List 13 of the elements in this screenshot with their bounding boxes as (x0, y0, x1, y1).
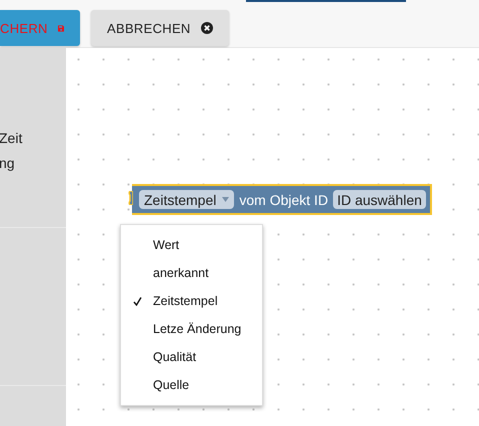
dropdown-field[interactable]: Zeitstempel (139, 190, 234, 209)
menu-item[interactable]: Wert (121, 231, 262, 259)
close-icon (200, 22, 213, 34)
caret-icon (222, 197, 230, 202)
block-text: vom Objekt ID (239, 192, 328, 208)
id-field[interactable]: ID auswählen (333, 190, 426, 209)
menu-item[interactable]: Zeitstempel (121, 287, 262, 315)
menu-item[interactable]: Letze Änderung (121, 315, 262, 343)
sidebar-text: ng (0, 154, 16, 173)
menu-item[interactable]: Quelle (121, 371, 262, 399)
menu-item[interactable]: Qualität (121, 343, 262, 371)
cancel-button[interactable]: ABBRECHEN (91, 10, 229, 46)
menu-item[interactable]: anerkannt (121, 259, 262, 287)
